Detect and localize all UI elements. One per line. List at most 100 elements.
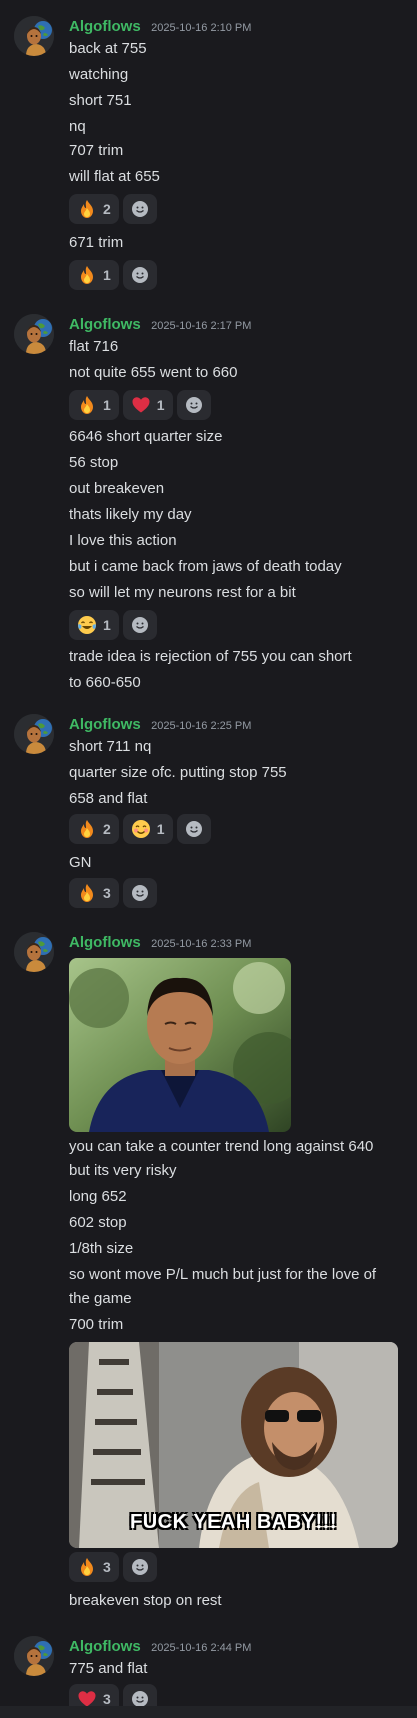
add-reaction-button[interactable] bbox=[122, 610, 157, 640]
avatar[interactable] bbox=[14, 932, 54, 972]
reaction-blush[interactable]: 1 bbox=[122, 814, 173, 844]
message-line: 671 trim bbox=[69, 234, 124, 251]
timestamp: 2025-10-16 2:10 PM bbox=[151, 22, 252, 34]
message-header: Algoflows 2025-10-16 2:33 PM bbox=[69, 932, 251, 954]
message-line: nq bbox=[69, 118, 86, 135]
message-line: will flat at 655 bbox=[69, 168, 160, 185]
author-name[interactable]: Algoflows bbox=[69, 18, 141, 35]
author-name[interactable]: Algoflows bbox=[69, 716, 141, 733]
timestamp: 2025-10-16 2:17 PM bbox=[151, 320, 252, 332]
message-line: 775 and flat bbox=[69, 1660, 148, 1677]
fire-emoji-icon bbox=[77, 819, 97, 839]
author-name[interactable]: Algoflows bbox=[69, 934, 141, 951]
message-line: 707 trim bbox=[69, 142, 124, 159]
reaction-bar: 1 1 bbox=[69, 390, 211, 420]
reaction-fire[interactable]: 2 bbox=[69, 194, 119, 224]
add-reaction-icon bbox=[130, 883, 150, 903]
message-line: 56 stop bbox=[69, 454, 119, 471]
add-reaction-icon bbox=[130, 1557, 150, 1577]
reaction-bar: 3 bbox=[69, 1552, 157, 1582]
reaction-count: 3 bbox=[103, 1559, 111, 1575]
gif-image bbox=[69, 958, 291, 1132]
add-reaction-button[interactable] bbox=[176, 390, 211, 420]
message-line: you can take a counter trend long agains… bbox=[69, 1138, 374, 1155]
message-line: 1/8th size bbox=[69, 1240, 134, 1257]
author-name[interactable]: Algoflows bbox=[69, 1638, 141, 1655]
reaction-count: 1 bbox=[156, 397, 165, 413]
message-line: watching bbox=[69, 66, 129, 83]
message-line: but i came back from jaws of death today bbox=[69, 558, 342, 575]
add-reaction-icon bbox=[130, 615, 150, 635]
author-name[interactable]: Algoflows bbox=[69, 316, 141, 333]
message-line: thats likely my day bbox=[69, 506, 192, 523]
avatar[interactable] bbox=[14, 314, 54, 354]
reaction-count: 3 bbox=[103, 885, 111, 901]
avatar[interactable] bbox=[14, 714, 54, 754]
message-line: long 652 bbox=[69, 1188, 127, 1205]
fire-emoji-icon bbox=[77, 1557, 97, 1577]
message-header: Algoflows 2025-10-16 2:10 PM bbox=[69, 16, 251, 38]
reaction-fire[interactable]: 1 bbox=[69, 260, 119, 290]
reaction-count: 1 bbox=[103, 397, 111, 413]
message-line: so wont move P/L much but just for the l… bbox=[69, 1266, 377, 1283]
reaction-count: 3 bbox=[103, 1691, 111, 1707]
add-reaction-icon bbox=[184, 819, 204, 839]
timestamp: 2025-10-16 2:33 PM bbox=[151, 938, 252, 950]
message-line: 658 and flat bbox=[69, 790, 148, 807]
add-reaction-button[interactable] bbox=[122, 194, 157, 224]
message-line: breakeven stop on rest bbox=[69, 1592, 222, 1609]
message-line: short 751 bbox=[69, 92, 132, 109]
message-line: the game bbox=[69, 1290, 132, 1307]
message-line: GN bbox=[69, 854, 92, 871]
composer-edge bbox=[0, 1706, 417, 1718]
add-reaction-button[interactable] bbox=[122, 260, 157, 290]
message-header: Algoflows 2025-10-16 2:25 PM bbox=[69, 714, 251, 736]
message-line: trade idea is rejection of 755 you can s… bbox=[69, 648, 352, 665]
message-line: I love this action bbox=[69, 532, 177, 549]
reaction-fire[interactable]: 1 bbox=[69, 390, 119, 420]
avatar[interactable] bbox=[14, 16, 54, 56]
reaction-bar: 1 bbox=[69, 260, 157, 290]
add-reaction-button[interactable] bbox=[122, 878, 157, 908]
gif-attachment[interactable]: FUCK YEAH BABY!!! bbox=[69, 1342, 398, 1548]
message-header: Algoflows 2025-10-16 2:17 PM bbox=[69, 314, 251, 336]
reaction-fire[interactable]: 2 bbox=[69, 814, 119, 844]
add-reaction-icon bbox=[130, 265, 150, 285]
add-reaction-button[interactable] bbox=[176, 814, 211, 844]
message-line: quarter size ofc. putting stop 755 bbox=[69, 764, 287, 781]
message-line: but its very risky bbox=[69, 1162, 177, 1179]
gif-attachment[interactable] bbox=[69, 958, 291, 1132]
message-line: 602 stop bbox=[69, 1214, 127, 1231]
message-line: 700 trim bbox=[69, 1316, 124, 1333]
message-line: flat 716 bbox=[69, 338, 119, 355]
add-reaction-icon bbox=[130, 199, 150, 219]
reaction-count: 1 bbox=[103, 617, 111, 633]
reaction-heart[interactable]: 1 bbox=[122, 390, 173, 420]
reaction-count: 1 bbox=[156, 821, 165, 837]
blush-emoji-icon bbox=[131, 819, 151, 839]
message-line: so will let my neurons rest for a bit bbox=[69, 584, 296, 601]
reaction-bar: 2 1 bbox=[69, 814, 211, 844]
add-reaction-icon bbox=[184, 395, 204, 415]
fire-emoji-icon bbox=[77, 395, 97, 415]
reaction-bar: 2 bbox=[69, 194, 157, 224]
timestamp: 2025-10-16 2:25 PM bbox=[151, 720, 252, 732]
fire-emoji-icon bbox=[77, 883, 97, 903]
joy-emoji-icon bbox=[77, 615, 97, 635]
reaction-bar: 3 bbox=[69, 878, 157, 908]
reaction-count: 2 bbox=[103, 821, 111, 837]
add-reaction-button[interactable] bbox=[122, 1552, 157, 1582]
heart-emoji-icon bbox=[131, 395, 151, 415]
message-line: back at 755 bbox=[69, 40, 147, 57]
reaction-count: 1 bbox=[103, 267, 111, 283]
message-line: 6646 short quarter size bbox=[69, 428, 223, 445]
message-line: to 660-650 bbox=[69, 674, 141, 691]
reaction-fire[interactable]: 3 bbox=[69, 878, 119, 908]
message-line: out breakeven bbox=[69, 480, 165, 497]
reaction-fire[interactable]: 3 bbox=[69, 1552, 119, 1582]
reaction-bar: 1 bbox=[69, 610, 157, 640]
avatar[interactable] bbox=[14, 1636, 54, 1676]
reaction-joy[interactable]: 1 bbox=[69, 610, 119, 640]
reaction-count: 2 bbox=[103, 201, 111, 217]
fire-emoji-icon bbox=[77, 265, 97, 285]
